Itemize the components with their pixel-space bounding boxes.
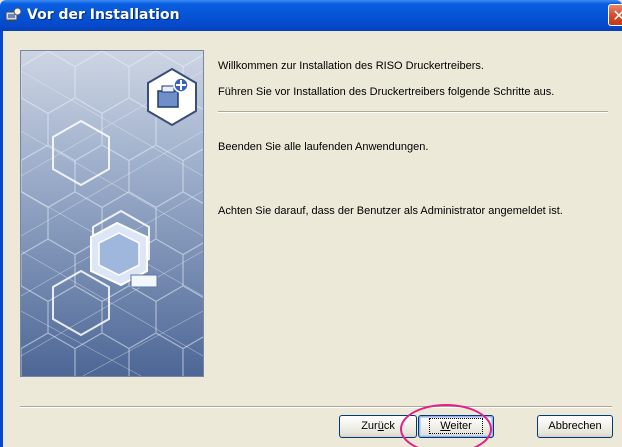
- back-button[interactable]: Zurück: [339, 415, 417, 438]
- back-label-end: ck: [383, 420, 395, 432]
- window-frame: [0, 31, 3, 447]
- close-button[interactable]: ✕: [608, 4, 622, 26]
- setup-icon: [5, 7, 22, 22]
- cancel-button[interactable]: Abbrechen: [537, 415, 613, 438]
- next-label: eiter: [450, 420, 472, 432]
- instruction-text: Führen Sie vor Installation des Druckert…: [218, 86, 555, 98]
- welcome-text: Willkommen zur Installation des RISO Dru…: [218, 60, 484, 72]
- cancel-label: Abbrechen: [548, 420, 602, 432]
- next-focus-rect: Weiter: [429, 418, 483, 434]
- installer-window: Vor der Installation ✕ Willkommen zur In…: [0, 0, 622, 447]
- next-button[interactable]: Weiter: [418, 415, 494, 438]
- window-title: Vor der Installation: [27, 7, 180, 23]
- back-label: Zur: [361, 420, 378, 432]
- separator: [218, 111, 608, 113]
- button-separator: [20, 406, 612, 408]
- title-bar[interactable]: Vor der Installation ✕: [0, 0, 622, 31]
- close-icon: ✕: [612, 6, 622, 25]
- next-mnemonic: W: [440, 420, 451, 432]
- step-close-applications: Beenden Sie alle laufenden Anwendungen.: [218, 141, 429, 153]
- installer-illustration: [20, 50, 204, 377]
- step-administrator: Achten Sie darauf, dass der Benutzer als…: [218, 205, 563, 217]
